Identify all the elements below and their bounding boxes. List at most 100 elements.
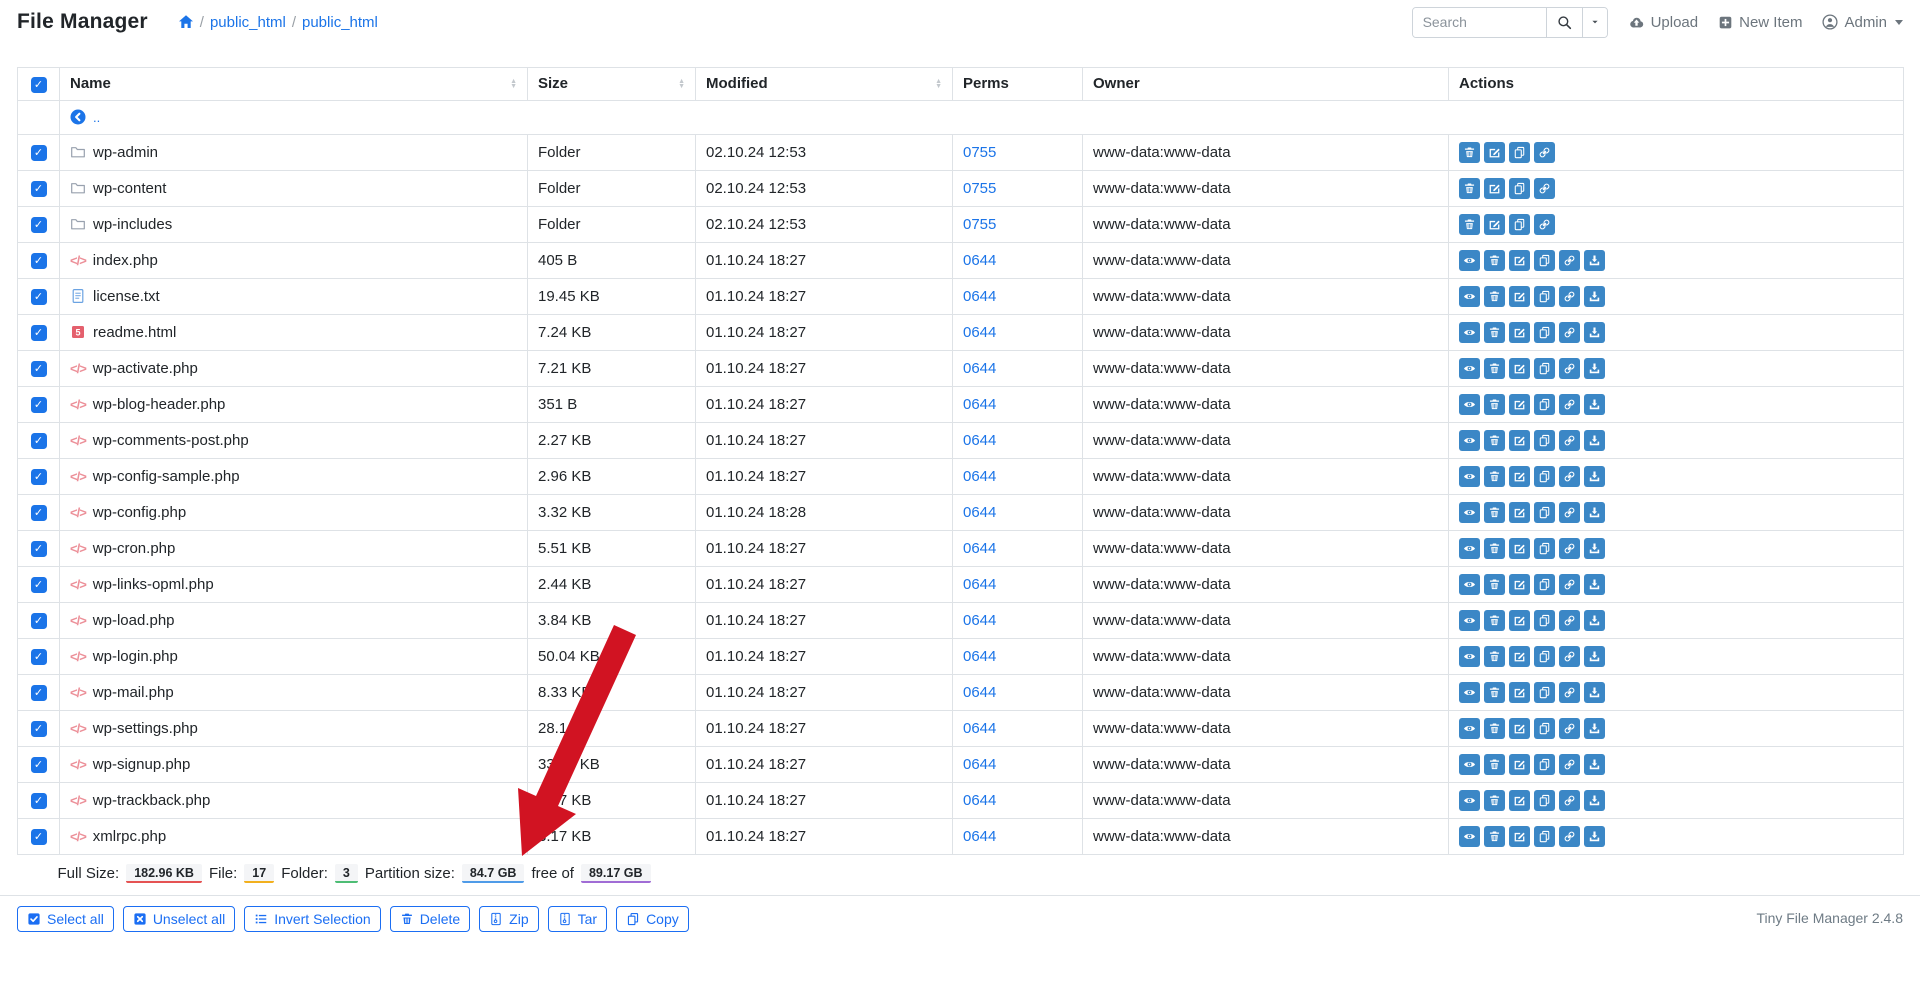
copy-action-button[interactable] [1534, 358, 1555, 379]
download-action-button[interactable] [1584, 466, 1605, 487]
edit-action-button[interactable] [1509, 610, 1530, 631]
copy-action-button[interactable] [1534, 574, 1555, 595]
preview-action-button[interactable] [1459, 682, 1480, 703]
perms-link[interactable]: 0755 [963, 216, 996, 233]
copy-action-button[interactable] [1534, 430, 1555, 451]
edit-action-button[interactable] [1484, 178, 1505, 199]
perms-link[interactable]: 0644 [963, 324, 996, 341]
preview-action-button[interactable] [1459, 502, 1480, 523]
delete-action-button[interactable] [1484, 682, 1505, 703]
download-action-button[interactable] [1584, 286, 1605, 307]
edit-action-button[interactable] [1509, 394, 1530, 415]
preview-action-button[interactable] [1459, 538, 1480, 559]
copy-action-button[interactable] [1534, 754, 1555, 775]
invert-selection-button[interactable]: Invert Selection [244, 906, 381, 932]
row-checkbox[interactable]: ✓ [31, 361, 47, 377]
download-action-button[interactable] [1584, 250, 1605, 271]
preview-action-button[interactable] [1459, 574, 1480, 595]
delete-action-button[interactable] [1459, 178, 1480, 199]
edit-action-button[interactable] [1509, 250, 1530, 271]
delete-action-button[interactable] [1484, 646, 1505, 667]
link-action-button[interactable] [1559, 250, 1580, 271]
preview-action-button[interactable] [1459, 466, 1480, 487]
perms-link[interactable]: 0644 [963, 540, 996, 557]
download-action-button[interactable] [1584, 646, 1605, 667]
preview-action-button[interactable] [1459, 394, 1480, 415]
edit-action-button[interactable] [1509, 538, 1530, 559]
download-action-button[interactable] [1584, 394, 1605, 415]
perms-link[interactable]: 0644 [963, 828, 996, 845]
folder-name-link[interactable]: wp-admin [93, 144, 158, 161]
column-header-modified[interactable]: Modified ▲▼ [696, 68, 953, 101]
link-action-button[interactable] [1559, 718, 1580, 739]
row-checkbox[interactable]: ✓ [31, 145, 47, 161]
copy-action-button[interactable] [1534, 250, 1555, 271]
file-name-link[interactable]: wp-settings.php [93, 720, 198, 737]
column-header-size[interactable]: Size ▲▼ [528, 68, 696, 101]
download-action-button[interactable] [1584, 358, 1605, 379]
link-action-button[interactable] [1559, 394, 1580, 415]
preview-action-button[interactable] [1459, 754, 1480, 775]
file-name-link[interactable]: license.txt [93, 288, 160, 305]
link-action-button[interactable] [1559, 358, 1580, 379]
delete-action-button[interactable] [1484, 790, 1505, 811]
parent-directory-link[interactable]: .. [93, 110, 100, 125]
row-checkbox[interactable]: ✓ [31, 613, 47, 629]
delete-action-button[interactable] [1484, 754, 1505, 775]
preview-action-button[interactable] [1459, 718, 1480, 739]
edit-action-button[interactable] [1509, 790, 1530, 811]
link-action-button[interactable] [1559, 322, 1580, 343]
breadcrumb-link[interactable]: public_html [210, 14, 286, 31]
link-action-button[interactable] [1559, 466, 1580, 487]
file-name-link[interactable]: wp-load.php [93, 612, 175, 629]
unselect-all-button[interactable]: Unselect all [123, 906, 235, 932]
link-action-button[interactable] [1534, 214, 1555, 235]
row-checkbox[interactable]: ✓ [31, 433, 47, 449]
download-action-button[interactable] [1584, 322, 1605, 343]
copy-action-button[interactable] [1509, 142, 1530, 163]
perms-link[interactable]: 0755 [963, 144, 996, 161]
select-all-button[interactable]: Select all [17, 906, 114, 932]
folder-name-link[interactable]: wp-content [93, 180, 166, 197]
link-action-button[interactable] [1559, 754, 1580, 775]
link-action-button[interactable] [1559, 610, 1580, 631]
download-action-button[interactable] [1584, 826, 1605, 847]
file-name-link[interactable]: wp-signup.php [93, 756, 191, 773]
admin-menu-button[interactable]: Admin [1822, 14, 1903, 31]
row-checkbox[interactable]: ✓ [31, 397, 47, 413]
edit-action-button[interactable] [1509, 322, 1530, 343]
perms-link[interactable]: 0644 [963, 252, 996, 269]
copy-action-button[interactable] [1534, 502, 1555, 523]
edit-action-button[interactable] [1509, 466, 1530, 487]
link-action-button[interactable] [1559, 286, 1580, 307]
copy-action-button[interactable] [1534, 286, 1555, 307]
edit-action-button[interactable] [1509, 502, 1530, 523]
delete-action-button[interactable] [1459, 214, 1480, 235]
tar-button[interactable]: Tar [548, 906, 607, 932]
file-name-link[interactable]: readme.html [93, 324, 176, 341]
file-name-link[interactable]: wp-blog-header.php [93, 396, 226, 413]
preview-action-button[interactable] [1459, 646, 1480, 667]
new-item-button[interactable]: New Item [1718, 14, 1802, 31]
home-icon[interactable] [178, 14, 194, 30]
copy-action-button[interactable] [1534, 646, 1555, 667]
download-action-button[interactable] [1584, 430, 1605, 451]
perms-link[interactable]: 0644 [963, 360, 996, 377]
file-name-link[interactable]: index.php [93, 252, 158, 269]
row-checkbox[interactable]: ✓ [31, 649, 47, 665]
row-checkbox[interactable]: ✓ [31, 325, 47, 341]
edit-action-button[interactable] [1484, 214, 1505, 235]
copy-action-button[interactable] [1534, 538, 1555, 559]
copy-action-button[interactable] [1534, 826, 1555, 847]
perms-link[interactable]: 0644 [963, 612, 996, 629]
preview-action-button[interactable] [1459, 250, 1480, 271]
perms-link[interactable]: 0644 [963, 432, 996, 449]
search-input[interactable] [1413, 8, 1546, 37]
file-name-link[interactable]: wp-mail.php [93, 684, 174, 701]
copy-button[interactable]: Copy [616, 906, 689, 932]
delete-action-button[interactable] [1484, 538, 1505, 559]
row-checkbox[interactable]: ✓ [31, 829, 47, 845]
download-action-button[interactable] [1584, 610, 1605, 631]
file-name-link[interactable]: wp-login.php [93, 648, 178, 665]
delete-action-button[interactable] [1484, 394, 1505, 415]
